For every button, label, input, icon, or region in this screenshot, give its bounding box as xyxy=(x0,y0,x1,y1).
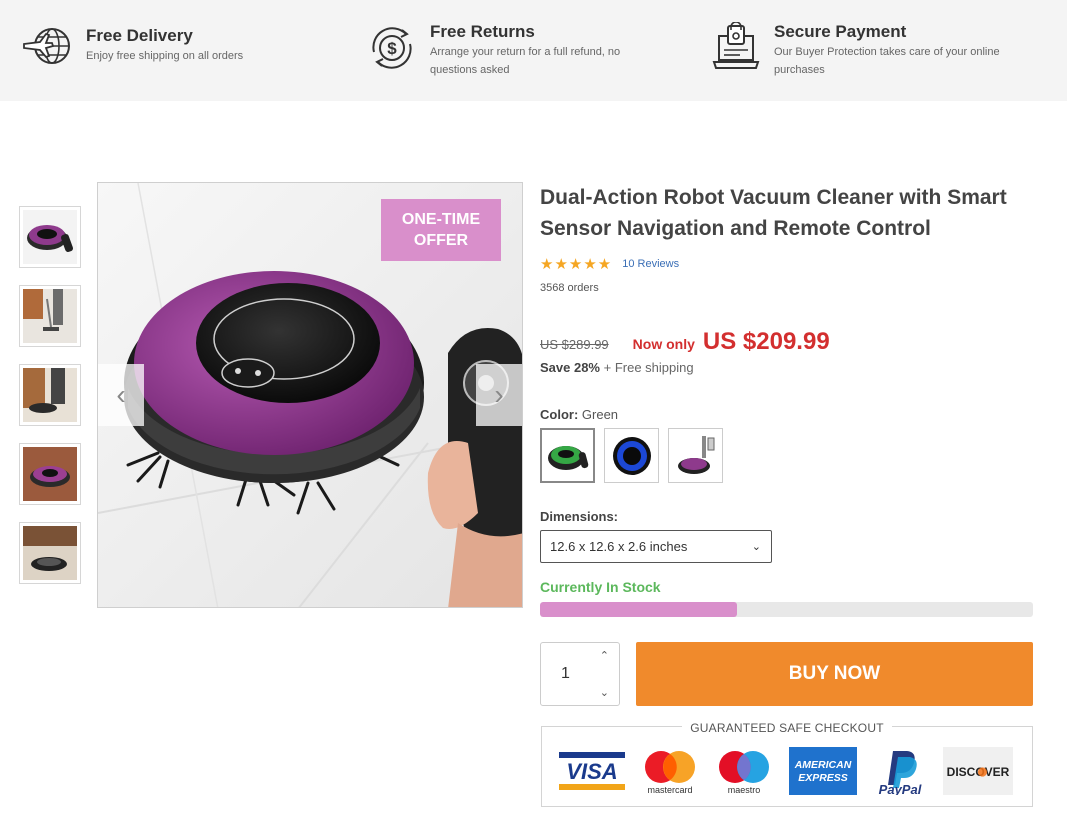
one-time-offer-badge: ONE-TIME OFFER xyxy=(381,199,501,261)
payment-cards: VISA mastercard maestro AMERICAN EXPRESS… xyxy=(559,747,1029,795)
safe-checkout-box: GUARANTEED SAFE CHECKOUT VISA mastercard… xyxy=(541,721,1033,807)
product-thumbnail-image xyxy=(23,210,77,264)
feature-desc-line: questions asked xyxy=(430,64,510,76)
swatch-purple[interactable] xyxy=(668,428,723,483)
dimensions-label: Dimensions: xyxy=(540,509,619,524)
maestro-text: maestro xyxy=(728,785,761,795)
reviews-link[interactable]: 10 Reviews xyxy=(622,258,679,270)
price-row: US $289.99 Now only US $209.99 xyxy=(540,328,1034,356)
chevron-down-icon: ⌄ xyxy=(751,541,761,553)
feature-desc: Enjoy free shipping on all orders xyxy=(86,50,244,62)
amex-text-line: EXPRESS xyxy=(798,772,848,784)
thumbnail-1[interactable] xyxy=(19,206,81,268)
checkout-title-wrap: GUARANTEED SAFE CHECKOUT xyxy=(542,719,1032,737)
feature-desc-line: Arrange your return for a full refund, n… xyxy=(430,46,621,58)
feature-desc-line: purchases xyxy=(774,64,825,76)
buy-now-button[interactable]: BUY NOW xyxy=(636,642,1033,706)
color-swatches xyxy=(540,428,1034,483)
color-label-row: Color: Green xyxy=(540,407,1034,422)
refund-dollar-icon: $ xyxy=(372,27,412,69)
quantity-value[interactable]: 1 xyxy=(561,665,570,683)
thumbnail-2[interactable] xyxy=(19,285,81,347)
mastercard-text: mastercard xyxy=(647,785,692,795)
svg-text:$: $ xyxy=(387,39,397,58)
quantity-stepper[interactable]: 1 ⌃ ⌄ xyxy=(540,642,620,706)
star-rating: ★★★★★ xyxy=(540,256,613,273)
green-vacuum-image xyxy=(547,445,588,470)
save-percent: Save 28% xyxy=(540,360,600,375)
feature-desc: Our Buyer Protection takes care of your … xyxy=(774,43,1000,79)
paypal-text: PayPal xyxy=(879,782,922,795)
dimensions-select[interactable]: 12.6 x 12.6 x 2.6 inches ⌄ xyxy=(540,530,772,563)
feature-desc: Arrange your return for a full refund, n… xyxy=(430,43,620,79)
dimensions-value: 12.6 x 12.6 x 2.6 inches xyxy=(550,539,688,554)
swatch-green[interactable] xyxy=(540,428,595,483)
next-image-button[interactable]: › xyxy=(476,364,522,426)
amex-text-line: AMERICAN xyxy=(794,759,852,771)
feature-title: Free Delivery xyxy=(86,26,193,45)
chevron-up-icon[interactable]: ⌃ xyxy=(600,649,609,662)
thumbnail-list xyxy=(19,206,81,601)
american-express-icon: AMERICAN EXPRESS xyxy=(789,747,857,795)
feature-secure-payment: Secure Payment Our Buyer Protection take… xyxy=(710,22,1000,79)
delivery-globe-icon xyxy=(23,28,70,64)
now-only-label: Now only xyxy=(632,336,695,352)
thumbnail-4[interactable] xyxy=(19,443,81,505)
product-thumbnail-image xyxy=(23,526,77,580)
feature-title: Free Returns xyxy=(430,22,535,41)
chevron-down-icon[interactable]: ⌄ xyxy=(600,686,609,699)
paypal-icon: PayPal xyxy=(879,751,922,795)
feature-title: Secure Payment xyxy=(774,22,907,41)
features-bar: Free Delivery Enjoy free shipping on all… xyxy=(0,0,1067,101)
visa-card-icon: VISA xyxy=(559,748,625,794)
thumbnail-3[interactable] xyxy=(19,364,81,426)
color-value: Green xyxy=(581,407,619,422)
old-price: US $289.99 xyxy=(540,337,609,352)
feature-free-delivery: Free Delivery Enjoy free shipping on all… xyxy=(22,26,243,72)
visa-text: VISA xyxy=(566,759,617,784)
product-thumbnail-image xyxy=(23,447,77,501)
feature-desc-line: Our Buyer Protection takes care of your … xyxy=(774,46,1000,58)
checkout-title: GUARANTEED SAFE CHECKOUT xyxy=(682,721,892,735)
product-thumbnail-image xyxy=(23,289,77,343)
discover-icon: DISCOVER xyxy=(943,747,1013,795)
blue-vacuum-image xyxy=(612,436,651,475)
product-title: Dual-Action Robot Vacuum Cleaner with Sm… xyxy=(540,186,1007,240)
free-shipping-label: + Free shipping xyxy=(603,360,694,375)
rating-row: ★★★★★ 10 Reviews xyxy=(540,256,1034,273)
offer-line: OFFER xyxy=(413,232,469,249)
chevron-right-icon: › xyxy=(494,379,504,410)
feature-free-returns: $ Free Returns Arrange your return for a… xyxy=(366,22,620,79)
main-product-image[interactable]: ONE-TIME OFFER ‹ › xyxy=(97,182,523,608)
secure-laptop-icon xyxy=(712,22,760,69)
stock-progress-bar xyxy=(540,602,1033,617)
swatch-blue[interactable] xyxy=(604,428,659,483)
product-info: Dual-Action Robot Vacuum Cleaner with Sm… xyxy=(540,182,1034,706)
orders-count: 3568 orders xyxy=(540,282,599,294)
color-label: Color: xyxy=(540,407,579,422)
thumbnail-5[interactable] xyxy=(19,522,81,584)
current-price: US $209.99 xyxy=(702,328,830,355)
mastercard-icon: mastercard xyxy=(645,751,695,795)
offer-line: ONE-TIME xyxy=(401,211,481,228)
product-thumbnail-image xyxy=(23,368,77,422)
purple-vacuum-image xyxy=(677,435,714,474)
save-row: Save 28% + Free shipping xyxy=(540,360,1034,375)
prev-image-button[interactable]: ‹ xyxy=(98,364,144,426)
maestro-icon: maestro xyxy=(719,751,769,795)
stock-progress-fill xyxy=(540,602,738,617)
buy-row: 1 ⌃ ⌄ BUY NOW xyxy=(540,642,1034,706)
stock-label: Currently In Stock xyxy=(540,579,661,595)
chevron-left-icon: ‹ xyxy=(116,379,126,410)
